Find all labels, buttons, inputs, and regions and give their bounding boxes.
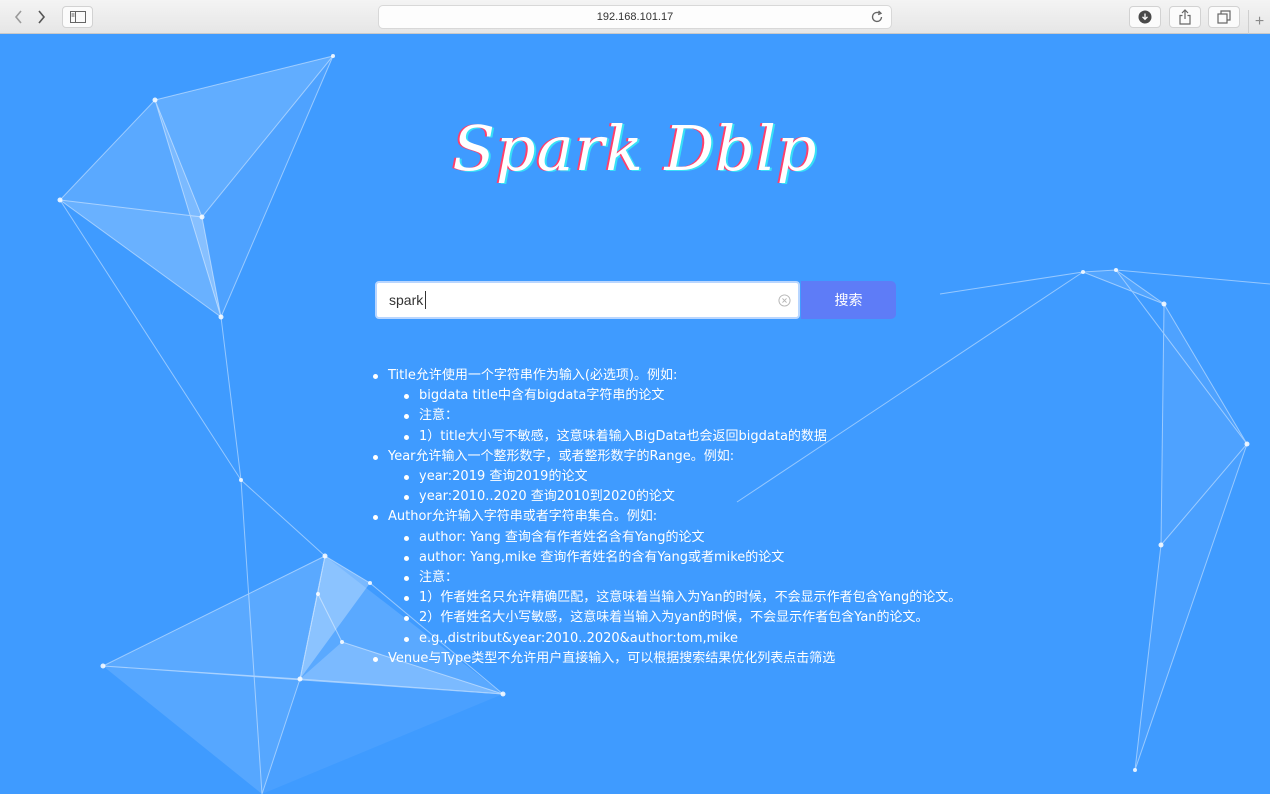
list-item: bigdata title中含有bigdata字符串的论文 xyxy=(402,386,1051,406)
forward-button[interactable] xyxy=(30,7,52,27)
help-year: Year允许输入一个整形数字，或者整形数字的Range。例如: year:201… xyxy=(371,447,1051,508)
list-item: 1）title大小写不敏感，这意味着输入BigData也会返回bigdata的数… xyxy=(402,427,1051,447)
site-logo[interactable]: Spark Dblp xyxy=(0,112,1270,185)
list-item: year:2019 查询2019的论文 xyxy=(402,467,1051,487)
help-title-label: Title允许使用一个字符串作为输入(必选项)。例如: xyxy=(388,368,678,383)
tabs-button[interactable] xyxy=(1208,6,1240,28)
url-text: 192.168.101.17 xyxy=(596,11,674,23)
new-tab-button[interactable]: + xyxy=(1248,10,1270,34)
chevron-left-icon xyxy=(14,10,22,24)
reload-icon[interactable] xyxy=(869,9,885,25)
help-year-label: Year允许输入一个整形数字，或者整形数字的Range。例如: xyxy=(388,448,735,464)
sidebar-button[interactable] xyxy=(62,6,93,28)
list-item: year:2010..2020 查询2010到2020的论文 xyxy=(402,487,1051,507)
clear-icon[interactable] xyxy=(778,294,791,307)
search-button[interactable]: 搜索 xyxy=(801,281,896,319)
help-author-sublist: author: Yang 查询含有作者姓名含有Yang的论文 author: Y… xyxy=(402,528,1051,649)
search-field[interactable] xyxy=(375,281,800,319)
downloads-button[interactable] xyxy=(1129,6,1161,28)
search-input[interactable] xyxy=(389,283,769,317)
sidebar-icon xyxy=(69,11,86,23)
help-list: Title允许使用一个字符串作为输入(必选项)。例如: bigdata titl… xyxy=(371,366,1051,669)
plus-icon: + xyxy=(1254,13,1265,30)
download-icon xyxy=(1138,10,1152,24)
chevron-right-icon xyxy=(38,10,46,24)
address-bar[interactable]: 192.168.101.17 xyxy=(378,5,892,29)
search-help: Title允许使用一个字符串作为输入(必选项)。例如: bigdata titl… xyxy=(371,366,1051,669)
page-content: Spark Dblp 搜索 Title允许使用一个字符串作为输入(必选项)。例如… xyxy=(0,34,1270,794)
text-cursor xyxy=(425,291,426,309)
help-author-label: Author允许输入字符串或者字符串集合。例如: xyxy=(388,509,658,525)
list-item: 注意： xyxy=(402,568,1051,588)
list-item: e.g.,distribut&year:2010..2020&author:to… xyxy=(402,629,1051,649)
list-item: 注意： xyxy=(402,406,1051,426)
help-author: Author允许输入字符串或者字符串集合。例如: author: Yang 查询… xyxy=(371,507,1051,648)
help-title: Title允许使用一个字符串作为输入(必选项)。例如: bigdata titl… xyxy=(371,366,1051,447)
help-title-sublist: bigdata title中含有bigdata字符串的论文 注意： 1）titl… xyxy=(402,386,1051,447)
list-item: 2）作者姓名大小写敏感，这意味着当输入为yan的时候，不会显示作者包含Yan的论… xyxy=(402,608,1051,628)
help-year-sublist: year:2019 查询2019的论文 year:2010..2020 查询20… xyxy=(402,467,1051,507)
tabs-icon xyxy=(1217,10,1231,24)
help-venue: Venue与Type类型不允许用户直接输入，可以根据搜索结果优化列表点击筛选 xyxy=(371,649,1051,669)
browser-toolbar: 192.168.101.17 + xyxy=(0,0,1270,34)
list-item: 1）作者姓名只允许精确匹配，这意味着当输入为Yan的时候，不会显示作者包含Yan… xyxy=(402,588,1051,608)
back-button[interactable] xyxy=(8,7,30,27)
list-item: author: Yang,mike 查询作者姓名的含有Yang或者mike的论文 xyxy=(402,548,1051,568)
share-button[interactable] xyxy=(1169,6,1201,28)
list-item: author: Yang 查询含有作者姓名含有Yang的论文 xyxy=(402,528,1051,548)
share-icon xyxy=(1179,9,1191,25)
search-bar: 搜索 xyxy=(375,281,896,319)
